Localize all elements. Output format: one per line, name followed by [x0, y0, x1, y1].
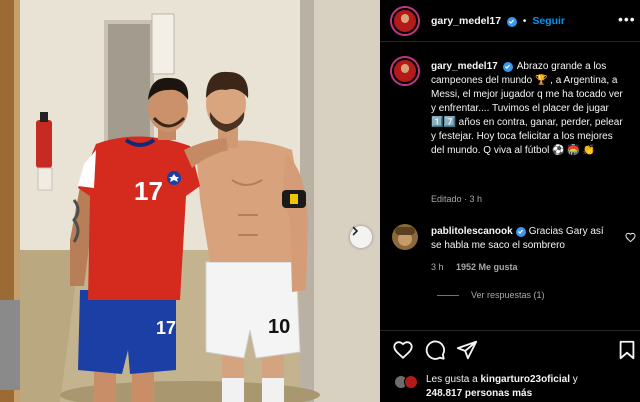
liked-by-suffix: y [572, 374, 578, 385]
author-avatar[interactable] [390, 6, 420, 36]
liked-count[interactable]: 248.817 personas más [426, 388, 532, 399]
comment-like-heart-icon[interactable] [625, 232, 636, 243]
caption-text: Abrazo grande a los campeones del mundo … [431, 61, 623, 156]
view-replies-button[interactable]: Ver respuestas (1) [437, 290, 545, 300]
follow-button[interactable]: Seguir [532, 15, 565, 27]
like-heart-icon[interactable] [392, 339, 414, 361]
author-row: gary_medel17 • Seguir [431, 15, 565, 27]
photo-scene [0, 0, 380, 402]
comment-time: 3 h [431, 262, 444, 272]
post-side-panel: gary_medel17 • Seguir ••• gary_medel17 Ab… [380, 0, 640, 402]
edited-timestamp: Editado · 3 h [431, 194, 483, 204]
shorts-number-chile: 17 [156, 318, 177, 338]
verified-badge-icon [506, 16, 517, 27]
caption-avatar[interactable] [390, 56, 420, 86]
verified-badge-icon [515, 226, 526, 237]
more-options-icon[interactable]: ••• [618, 11, 636, 27]
comment-icon[interactable] [424, 339, 446, 361]
liker-avatar-2[interactable] [404, 375, 418, 389]
verified-badge-icon [502, 61, 513, 72]
caption: gary_medel17 Abrazo grande a los campeone… [431, 60, 627, 158]
replies-divider [437, 294, 459, 296]
post-photo[interactable]: 17 17 10 [0, 0, 380, 402]
jersey-number-chile: 17 [134, 176, 163, 206]
save-bookmark-icon[interactable] [616, 339, 638, 361]
comment-meta: 3 h 1952 Me gusta [431, 262, 528, 272]
next-photo-button[interactable] [350, 226, 372, 248]
liked-by-prefix: Les gusta a [426, 374, 478, 385]
post-actions: Les gusta a kingarturo23oficial y 248.81… [380, 330, 640, 402]
comment-body: pablitolescanook Gracias Gary así se habl… [431, 225, 611, 253]
commenter-username[interactable]: pablitolescanook [431, 226, 513, 237]
author-username[interactable]: gary_medel17 [431, 15, 501, 27]
caption-username[interactable]: gary_medel17 [431, 61, 498, 72]
shorts-number-argentina: 10 [268, 316, 291, 338]
liked-by-username[interactable]: kingarturo23oficial [481, 374, 570, 385]
comment-likes[interactable]: 1952 Me gusta [456, 262, 518, 272]
view-replies-label: Ver respuestas (1) [471, 290, 545, 300]
post-header: gary_medel17 • Seguir ••• [380, 0, 640, 42]
share-icon[interactable] [456, 339, 478, 361]
likes-summary: Les gusta a kingarturo23oficial y 248.81… [426, 373, 578, 401]
header-separator: • [522, 16, 527, 27]
chevron-right-icon [352, 226, 359, 236]
commenter-avatar[interactable] [392, 224, 418, 250]
